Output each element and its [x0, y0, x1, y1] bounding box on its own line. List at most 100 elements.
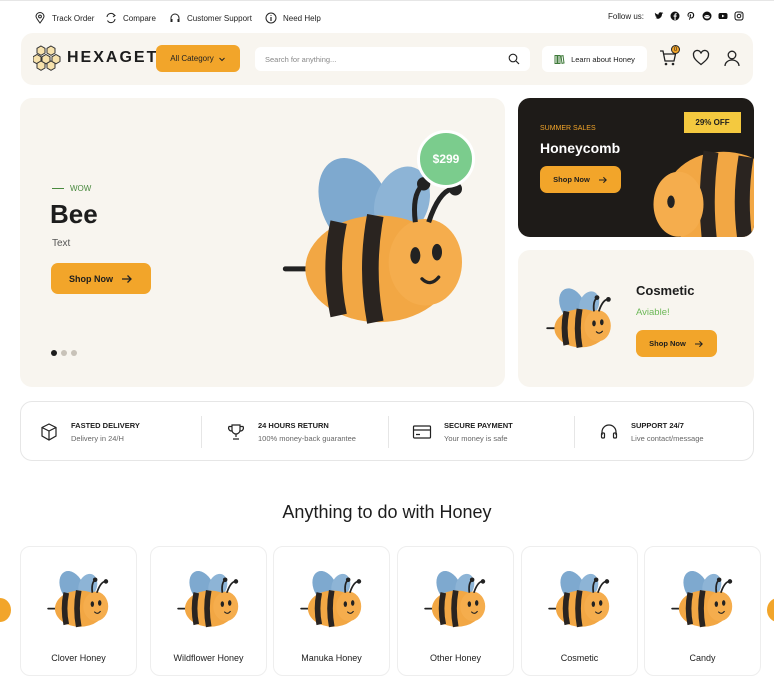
- logo-text: HEXAGET: [67, 49, 159, 66]
- arrow-right-icon: [122, 274, 132, 283]
- bee-card-image: [300, 565, 368, 633]
- feature-delivery-title: FASTED DELIVERY: [71, 421, 140, 430]
- pinterest-icon[interactable]: [686, 11, 696, 21]
- track-order-link[interactable]: Track Order: [34, 11, 94, 25]
- feature-delivery-subtitle: Delivery in 24/H: [71, 434, 124, 443]
- box-icon: [41, 423, 57, 441]
- user-icon[interactable]: [723, 49, 741, 67]
- hexagon-logo-icon: [33, 45, 61, 71]
- learn-about-honey-button[interactable]: Learn about Honey: [542, 46, 647, 72]
- discount-badge: 29% OFF: [684, 112, 741, 133]
- reddit-icon[interactable]: [702, 11, 712, 21]
- carousel-dots: [51, 350, 77, 356]
- customer-support-label: Customer Support: [187, 13, 252, 23]
- cosmetic-card: Cosmetic Aviable! Shop Now: [518, 250, 754, 387]
- search-icon[interactable]: [508, 53, 520, 65]
- category-card-label: Other Honey: [429, 653, 482, 663]
- facebook-icon[interactable]: [670, 11, 680, 21]
- feature-support: SUPPORT 24/7 Live contact/message: [599, 416, 704, 448]
- feature-payment-subtitle: Your money is safe: [444, 434, 508, 443]
- promo-eyebrow: SUMMER SALES: [540, 125, 596, 132]
- cosmetic-shop-now-label: Shop Now: [649, 339, 686, 348]
- feature-payment-title: SECURE PAYMENT: [444, 421, 513, 430]
- carousel-next-button[interactable]: [767, 598, 774, 622]
- hero-shop-now-button[interactable]: Shop Now: [51, 263, 151, 294]
- carousel-dot-2[interactable]: [61, 350, 67, 356]
- track-order-label: Track Order: [52, 13, 95, 23]
- feature-return-subtitle: 100% money-back guarantee: [258, 434, 356, 443]
- bee-promo-image: [653, 150, 754, 237]
- social-follow: Follow us:: [608, 11, 744, 21]
- compare-link[interactable]: Compare: [105, 11, 156, 25]
- customer-support-link[interactable]: Customer Support: [169, 11, 252, 25]
- hero-eyebrow-text: WOW: [70, 184, 92, 193]
- location-pin-icon: [35, 12, 45, 24]
- feature-return-title: 24 HOURS RETURN: [258, 421, 329, 430]
- category-card-label: Wildflower Honey: [173, 653, 244, 663]
- category-card-candy[interactable]: Candy: [644, 546, 761, 676]
- feature-delivery: FASTED DELIVERY Delivery in 24/H: [39, 416, 140, 448]
- cosmetic-shop-now-button[interactable]: Shop Now: [636, 330, 717, 357]
- carousel-dot-3[interactable]: [71, 350, 77, 356]
- feature-support-subtitle: Live contact/message: [631, 434, 704, 443]
- main-header: HEXAGET All Category Learn about Honey 0: [21, 33, 753, 85]
- compare-label: Compare: [123, 13, 156, 23]
- hero-banner: WOW Bee Text Shop Now $299: [20, 98, 505, 387]
- bee-cosmetic-image: [546, 282, 618, 354]
- hero-title: Bee: [50, 199, 98, 229]
- feature-support-title: SUPPORT 24/7: [631, 421, 684, 430]
- headphones-icon: [600, 424, 618, 439]
- arrow-right-icon: [598, 176, 607, 183]
- search-bar: [255, 47, 530, 71]
- youtube-icon[interactable]: [718, 11, 728, 21]
- logo[interactable]: HEXAGET: [33, 45, 158, 71]
- category-card-label: Candy: [689, 653, 716, 663]
- credit-card-icon: [412, 425, 432, 439]
- trophy-icon: [227, 424, 245, 440]
- books-icon: [554, 54, 565, 64]
- divider: [201, 416, 202, 448]
- promo-title: Honeycomb: [540, 140, 621, 156]
- bee-card-image: [548, 565, 616, 633]
- price-badge: $299: [417, 130, 475, 188]
- heart-icon[interactable]: [692, 49, 710, 67]
- need-help-label: Need Help: [283, 13, 321, 23]
- divider: [388, 416, 389, 448]
- cosmetic-title: Cosmetic: [636, 283, 695, 298]
- instagram-icon[interactable]: [734, 11, 744, 21]
- category-card-label: Clover Honey: [51, 653, 106, 663]
- category-card-label: Cosmetic: [560, 653, 599, 663]
- cart-count-badge: 0: [671, 45, 680, 54]
- need-help-link[interactable]: Need Help: [265, 11, 321, 25]
- promo-honeycomb-card: SUMMER SALES Honeycomb Shop Now 29% OFF: [518, 98, 754, 237]
- features-bar: FASTED DELIVERY Delivery in 24/H 24 HOURS…: [20, 401, 754, 461]
- hero-eyebrow: WOW: [52, 184, 91, 193]
- all-category-button[interactable]: All Category: [156, 45, 240, 72]
- feature-payment: SECURE PAYMENT Your money is safe: [412, 416, 513, 448]
- category-card-cosmetic[interactable]: Cosmetic: [521, 546, 638, 676]
- category-card-other-honey[interactable]: Other Honey: [397, 546, 514, 676]
- top-bar: Track Order Compare Customer Support Nee…: [0, 0, 774, 34]
- section-title: Anything to do with Honey: [282, 502, 492, 522]
- headphones-icon: [170, 13, 180, 22]
- learn-label: Learn about Honey: [571, 54, 635, 64]
- category-card-wildflower-honey[interactable]: Wildflower Honey: [150, 546, 267, 676]
- bee-card-image: [671, 565, 739, 633]
- category-card-label: Manuka Honey: [301, 653, 362, 663]
- cosmetic-subtitle: Aviable!: [636, 307, 670, 318]
- category-card-clover-honey[interactable]: Clover Honey: [20, 546, 137, 676]
- info-icon: [265, 12, 277, 24]
- compare-arrows-icon: [106, 12, 116, 24]
- category-card-manuka-honey[interactable]: Manuka Honey: [273, 546, 390, 676]
- bee-card-image: [47, 565, 115, 633]
- divider: [574, 416, 575, 448]
- carousel-prev-button[interactable]: [0, 598, 11, 622]
- twitter-icon[interactable]: [654, 11, 664, 21]
- search-input[interactable]: [265, 52, 495, 66]
- carousel-dot-1[interactable]: [51, 350, 57, 356]
- hero-shop-now-label: Shop Now: [69, 273, 113, 284]
- promo-shop-now-button[interactable]: Shop Now: [540, 166, 621, 193]
- bee-card-image: [424, 565, 492, 633]
- all-category-label: All Category: [170, 54, 214, 63]
- feature-return: 24 HOURS RETURN 100% money-back guarantee: [226, 416, 356, 448]
